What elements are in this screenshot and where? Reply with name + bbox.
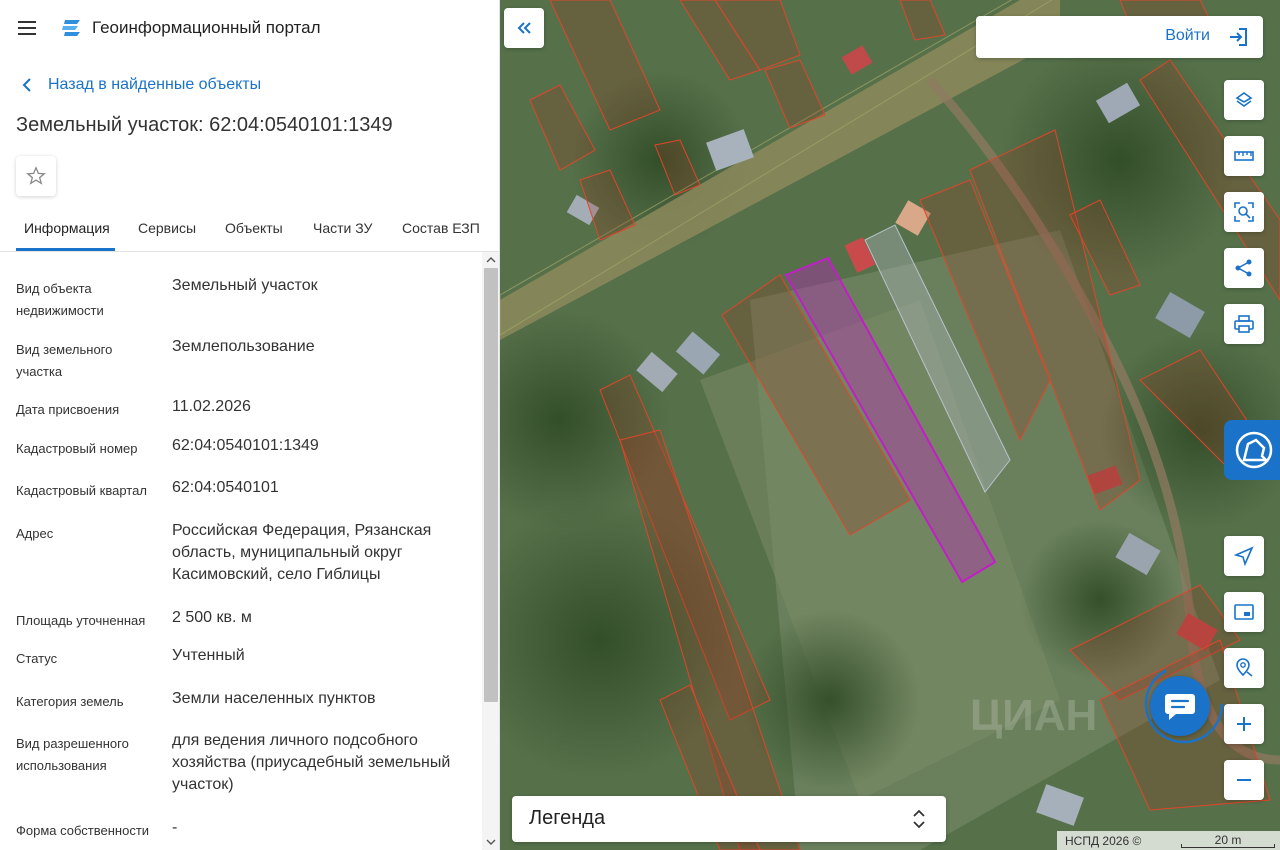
double-chevron-left-icon [517, 22, 531, 34]
minimap-button[interactable] [1224, 592, 1264, 632]
star-icon [26, 166, 46, 185]
property-label: Вид объекта недвижимости [16, 281, 104, 318]
watermark-text: ЦИАН [970, 691, 1097, 740]
ruler-button[interactable] [1224, 136, 1264, 176]
login-label: Войти [1165, 27, 1210, 44]
minimap-icon [1234, 604, 1254, 620]
print-icon [1234, 315, 1254, 333]
legend-label: Легенда [529, 807, 606, 829]
property-value: Землепользование [172, 338, 315, 355]
portal-logo-icon [62, 20, 80, 36]
property-value: Учтенный [172, 647, 245, 664]
tab-services[interactable]: Сервисы [138, 220, 196, 236]
side-panel-tab[interactable] [1224, 420, 1280, 480]
map-view[interactable]: ЦИАН Войти Легенда НСПД 2026 © 20 m [500, 0, 1280, 850]
favorite-button[interactable] [16, 156, 56, 196]
area-select-icon [1234, 202, 1254, 222]
property-value: 2 500 кв. м [172, 609, 252, 626]
map-attribution: НСПД 2026 © 20 m [1057, 831, 1280, 850]
property-label: Дата присвоения [16, 402, 120, 417]
tab-information[interactable]: Информация [24, 220, 110, 236]
share-icon [1235, 259, 1252, 277]
zoom-out-button[interactable] [1224, 760, 1264, 800]
zoom-out-icon [1237, 779, 1251, 781]
property-value: 11.02.2026 [172, 398, 251, 415]
back-to-results-link[interactable]: Назад в найденные объекты [16, 74, 261, 96]
locate-icon [1234, 546, 1254, 566]
property-label: Площадь уточненная [16, 613, 146, 628]
property-label: Адрес [16, 526, 54, 541]
collapse-panel-button[interactable] [504, 8, 544, 48]
property-list: Вид объекта недвижимости Земельный участ… [0, 252, 482, 850]
tab-parcel-parts[interactable]: Части ЗУ [313, 220, 372, 236]
scroll-up-arrow-icon[interactable] [482, 252, 499, 268]
login-icon [1230, 28, 1247, 46]
object-title: Земельный участок: 62:04:0540101:1349 [16, 114, 393, 136]
property-label: Кадастровый квартал [16, 483, 147, 498]
layers-button[interactable] [1224, 80, 1264, 120]
property-value: 62:04:0540101 [172, 479, 279, 496]
property-value: Земельный участок [172, 277, 318, 294]
scrollbar-thumb[interactable] [484, 268, 498, 702]
property-label: Статус [16, 651, 58, 666]
property-label: Вид разрешенного использования [16, 736, 129, 773]
geo-search-icon [1236, 658, 1253, 677]
login-button[interactable]: Войти [976, 16, 1263, 58]
tab-bar: Информация Сервисы Объекты Части ЗУ Сост… [0, 210, 499, 252]
share-button[interactable] [1224, 248, 1264, 288]
app-title: Геоинформационный портал [92, 18, 321, 37]
info-panel: Геоинформационный портал Назад в найденн… [0, 0, 500, 850]
property-value: Российская Федерация, Рязанская область,… [172, 522, 432, 583]
copyright-text: НСПД 2026 © [1065, 834, 1142, 848]
map-region-icon [1235, 431, 1273, 469]
expand-collapse-icon [913, 809, 925, 829]
panel-scrollbar[interactable] [482, 252, 499, 850]
property-label: Категория земель [16, 694, 124, 709]
chevron-left-icon [22, 78, 31, 92]
property-value: Земли населенных пунктов [172, 690, 376, 707]
menu-icon[interactable] [16, 18, 40, 38]
property-value: - [172, 819, 178, 836]
property-label: Форма собственности [16, 823, 150, 838]
active-tab-indicator [16, 248, 115, 251]
property-label: Вид земельного участка [16, 342, 113, 379]
property-value: 62:04:0540101:1349 [172, 437, 319, 454]
print-button[interactable] [1224, 304, 1264, 344]
area-select-button[interactable] [1224, 192, 1264, 232]
tab-objects[interactable]: Объекты [225, 220, 283, 236]
locate-button[interactable] [1224, 536, 1264, 576]
scroll-down-arrow-icon[interactable] [482, 834, 499, 850]
ruler-icon [1234, 151, 1254, 161]
property-label: Кадастровый номер [16, 441, 138, 456]
legend-dropdown[interactable]: Легенда [512, 796, 946, 842]
tab-ezp-composition[interactable]: Состав ЕЗП [402, 220, 480, 236]
geo-search-button[interactable] [1224, 648, 1264, 688]
panel-header: Геоинформационный портал [0, 0, 499, 56]
zoom-in-icon [1237, 717, 1251, 731]
chat-icon [1165, 694, 1195, 720]
layers-icon [1235, 92, 1253, 107]
zoom-in-button[interactable] [1224, 704, 1264, 744]
property-value: для ведения личного подсобного хозяйства… [172, 732, 451, 793]
back-link-label: Назад в найденные объекты [48, 76, 262, 93]
chat-button[interactable] [1150, 676, 1210, 736]
scale-bar [1181, 844, 1275, 848]
